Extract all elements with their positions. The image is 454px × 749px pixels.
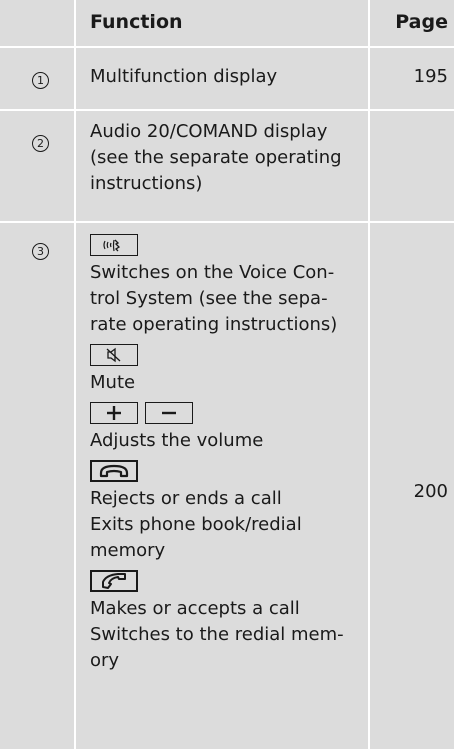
end-call-line-2: Exits phone book/redial (90, 514, 302, 535)
volume-up-button-icon (90, 401, 138, 424)
function-table: Function Page 1 Multifunction display 19… (0, 0, 454, 749)
voice-control-button-icon (90, 233, 138, 256)
row-3-function: Switches on the Voice Con- trol System (… (76, 223, 370, 749)
accept-call-line-1: Makes or accepts a call (90, 598, 300, 619)
row-2-function-line-1: Audio 20/COMAND display (90, 121, 328, 142)
end-call-key-row (90, 459, 360, 482)
header-number-cell (0, 0, 76, 48)
volume-key-row (90, 401, 360, 424)
row-2-function-line-2: (see the separate operating (90, 147, 342, 168)
row-3-page: 200 (370, 223, 454, 749)
voice-line-3: rate operating instructions) (90, 314, 338, 335)
row-2-function: Audio 20/COMAND display (see the separat… (76, 111, 370, 223)
circled-number-1: 1 (32, 72, 49, 89)
end-call-line-3: memory (90, 540, 166, 561)
header-page: Page (370, 0, 454, 48)
end-call-button-icon (90, 459, 138, 482)
row-1-page: 195 (370, 48, 454, 111)
row-1-number: 1 (0, 48, 76, 111)
mute-key-row (90, 343, 360, 366)
row-2-page (370, 111, 454, 223)
voice-key-row (90, 233, 360, 256)
end-call-line-1: Rejects or ends a call (90, 488, 282, 509)
accept-call-line-3: ory (90, 650, 120, 671)
voice-line-1: Switches on the Voice Con- (90, 262, 335, 283)
row-1-function-text: Multifunction display (90, 66, 278, 87)
accept-call-key-row (90, 569, 360, 592)
header-function: Function (76, 0, 370, 48)
voice-line-2: trol System (see the sepa- (90, 288, 328, 309)
row-1-function: Multifunction display (76, 48, 370, 111)
row-3-number: 3 (0, 223, 76, 749)
volume-down-button-icon (145, 401, 193, 424)
mute-button-icon (90, 343, 138, 366)
row-2-number: 2 (0, 111, 76, 223)
row-2-function-line-3: instructions) (90, 173, 203, 194)
circled-number-2: 2 (32, 135, 49, 152)
circled-number-3: 3 (32, 243, 49, 260)
accept-call-button-icon (90, 569, 138, 592)
volume-label: Adjusts the volume (90, 430, 264, 451)
accept-call-line-2: Switches to the redial mem- (90, 624, 344, 645)
mute-label: Mute (90, 372, 136, 393)
